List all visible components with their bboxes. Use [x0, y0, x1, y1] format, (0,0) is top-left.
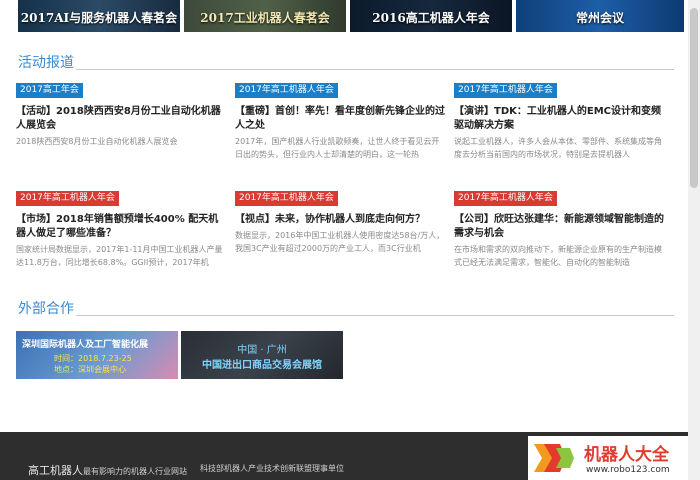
partner-banner-city: 中国 · 广州	[237, 345, 287, 356]
footer-brand: 高工机器人最有影响力的机器人行业网站	[28, 462, 187, 478]
event-banner-row: 2017AI与服务机器人春茗会 2017工业机器人春茗会 2016高工机器人年会…	[18, 0, 684, 34]
footer-brand-slogan: 最有影响力的机器人行业网站	[83, 467, 187, 476]
event-banner-label: 常州会议	[575, 11, 624, 25]
news-tag[interactable]: 2017年高工机器人年会	[235, 83, 338, 98]
robot-logo-icon	[534, 444, 574, 472]
news-card[interactable]: 2017年高工机器人年会 【公司】欣旺达张建华：新能源领域智能制造的需求与机会 …	[454, 191, 664, 271]
news-card[interactable]: 2017年高工机器人年会 【视点】未来，协作机器人到底走向何方？ 数据显示，20…	[235, 191, 445, 271]
footer-membership: 科技部机器人产业技术创新联盟理事单位	[200, 464, 344, 473]
vertical-scrollbar[interactable]	[688, 0, 700, 480]
news-title[interactable]: 【视点】未来，协作机器人到底走向何方？	[235, 213, 445, 227]
event-banner-label: 2016高工机器人年会	[372, 11, 490, 25]
news-tag[interactable]: 2017年高工机器人年会	[454, 83, 557, 98]
news-summary: 2018陕西西安8月份工业自动化机器人展览会	[16, 137, 178, 146]
partner-banner[interactable]: 中国 · 广州 中国进出口商品交易会展馆	[181, 331, 343, 379]
news-title[interactable]: 【活动】2018陕西西安8月份工业自动化机器人展览会	[16, 105, 226, 133]
news-card[interactable]: 2017年高工机器人年会 【重磅】首创！率先！看年度创新先锋企业的过人之处 20…	[235, 83, 445, 163]
watermark-url: www.robo123.com	[586, 465, 670, 475]
partner-banner[interactable]: 深圳国际机器人及工厂智能化展 时间：2018.7.23-25 地点：深圳会展中心	[16, 331, 178, 379]
news-summary: 说起工业机器人，许多人会从本体、零部件、系统集成等角度去分析当前国内的市场状况，…	[454, 137, 662, 159]
news-summary: 在市场和需求的双向推动下，新能源企业原有的生产制造模式已经无法满足需求，智能化、…	[454, 245, 662, 267]
news-tag[interactable]: 2017年高工机器人年会	[16, 191, 119, 206]
news-title[interactable]: 【市场】2018年销售额预增长400% 配天机器人做足了哪些准备？	[16, 213, 226, 241]
news-summary: 国家统计局数据显示，2017年1-11月中国工业机器人产量达11.8万台，同比增…	[16, 245, 223, 267]
partner-banner-title: 深圳国际机器人及工厂智能化展	[22, 340, 149, 350]
watermark-name: 机器人大全	[584, 445, 669, 465]
page: 2017AI与服务机器人春茗会 2017工业机器人春茗会 2016高工机器人年会…	[0, 0, 688, 480]
news-card[interactable]: 2017高工年会 【活动】2018陕西西安8月份工业自动化机器人展览会 2018…	[16, 83, 226, 163]
event-banner[interactable]: 2016高工机器人年会	[350, 0, 512, 32]
section-divider	[76, 69, 674, 70]
partner-banner-title: 中国进出口商品交易会展馆	[202, 360, 322, 371]
scrollbar-thumb[interactable]	[690, 8, 698, 188]
event-banner[interactable]: 2017AI与服务机器人春茗会	[18, 0, 180, 32]
news-summary: 2017年，国产机器人行业凯歌频奏，让世人终于看见云开日出的势头，但行业内人士却…	[235, 137, 440, 159]
event-banner[interactable]: 常州会议	[516, 0, 684, 32]
event-banner-label: 2017AI与服务机器人春茗会	[20, 11, 178, 25]
news-card[interactable]: 2017年高工机器人年会 【演讲】TDK：工业机器人的EMC设计和变频驱动解决方…	[454, 83, 664, 163]
news-title[interactable]: 【演讲】TDK：工业机器人的EMC设计和变频驱动解决方案	[454, 105, 664, 133]
news-card[interactable]: 2017年高工机器人年会 【市场】2018年销售额预增长400% 配天机器人做足…	[16, 191, 226, 271]
news-title[interactable]: 【公司】欣旺达张建华：新能源领域智能制造的需求与机会	[454, 213, 664, 241]
watermark: 机器人大全 www.robo123.com	[528, 436, 700, 480]
event-banner-label: 2017工业机器人春茗会	[200, 11, 330, 25]
partners-section-title: 外部合作	[18, 301, 74, 317]
section-divider	[76, 315, 674, 316]
news-title[interactable]: 【重磅】首创！率先！看年度创新先锋企业的过人之处	[235, 105, 445, 133]
event-banner[interactable]: 2017工业机器人春茗会	[184, 0, 346, 32]
footer-brand-name[interactable]: 高工机器人	[28, 464, 83, 477]
partner-banner-date: 时间：2018.7.23-25	[54, 354, 132, 363]
news-summary: 数据显示，2016年中国工业机器人使用密度达58台/万人，我国3C产业有超过20…	[235, 231, 445, 253]
news-tag[interactable]: 2017年高工机器人年会	[454, 191, 557, 206]
news-section-title: 活动报道	[18, 55, 74, 71]
news-tag[interactable]: 2017高工年会	[16, 83, 83, 98]
news-tag[interactable]: 2017年高工机器人年会	[235, 191, 338, 206]
partner-banner-venue: 地点：深圳会展中心	[54, 365, 126, 374]
